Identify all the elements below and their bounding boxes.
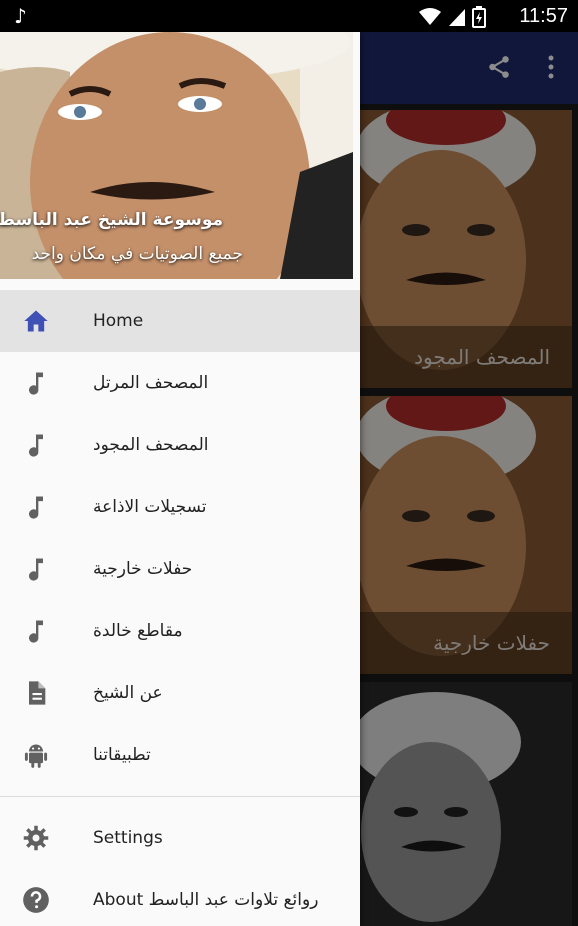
menu-item-murattal[interactable]: المصحف المرتل <box>0 352 360 414</box>
menu-item-about-sheikh[interactable]: عن الشيخ <box>0 662 360 724</box>
status-icons <box>418 6 486 28</box>
signal-icon <box>449 9 465 26</box>
wifi-icon <box>419 8 441 25</box>
menu-item-label: تسجيلات الاذاعة <box>93 497 207 517</box>
menu-item-immortal-clips[interactable]: مقاطع خالدة <box>0 600 360 662</box>
drawer-menu: Home المصحف المرتل المصحف المجود تسجيلات… <box>0 290 360 926</box>
music-note-icon <box>29 434 43 457</box>
home-icon <box>24 310 48 332</box>
menu-item-label: تطبيقاتنا <box>93 745 151 765</box>
drawer-subtitle: جميع الصوتيات في مكان واحد <box>31 244 243 264</box>
menu-item-settings[interactable]: Settings <box>0 807 360 869</box>
drawer-title: موسوعة الشيخ عبد الباسط <box>0 210 223 230</box>
battery-icon <box>472 6 486 28</box>
menu-item-label: مقاطع خالدة <box>93 621 183 641</box>
menu-item-label: حفلات خارجية <box>93 559 193 579</box>
menu-item-label: المصحف المجود <box>93 435 209 455</box>
menu-item-label: Settings <box>93 828 163 848</box>
menu-item-radio-recordings[interactable]: تسجيلات الاذاعة <box>0 476 360 538</box>
menu-item-label: عن الشيخ <box>93 683 163 703</box>
music-note-icon <box>29 372 43 395</box>
menu-item-label: Home <box>93 311 144 331</box>
gear-icon <box>23 825 49 851</box>
menu-item-label: About روائع تلاوات عبد الباسط <box>93 890 319 910</box>
navigation-drawer: موسوعة الشيخ عبد الباسط جميع الصوتيات في… <box>0 32 360 926</box>
document-icon <box>29 681 46 705</box>
menu-item-our-apps[interactable]: تطبيقاتنا <box>0 724 360 786</box>
menu-item-label: المصحف المرتل <box>93 373 209 393</box>
menu-item-home[interactable]: Home <box>0 290 360 352</box>
status-bar: ♪ 11:57 <box>0 0 578 32</box>
menu-item-external-concerts[interactable]: حفلات خارجية <box>0 538 360 600</box>
music-note-icon <box>29 496 43 519</box>
drawer-header: موسوعة الشيخ عبد الباسط جميع الصوتيات في… <box>0 32 353 279</box>
menu-item-mujawwad[interactable]: المصحف المجود <box>0 414 360 476</box>
music-notification-icon: ♪ <box>14 4 27 28</box>
android-icon <box>24 744 48 768</box>
menu-divider <box>0 796 360 797</box>
status-time: 11:57 <box>519 5 568 27</box>
music-note-icon <box>29 558 43 581</box>
sheikh-portrait <box>0 32 353 279</box>
help-icon <box>23 887 49 913</box>
music-note-icon <box>29 620 43 643</box>
menu-item-about[interactable]: About روائع تلاوات عبد الباسط <box>0 869 360 926</box>
